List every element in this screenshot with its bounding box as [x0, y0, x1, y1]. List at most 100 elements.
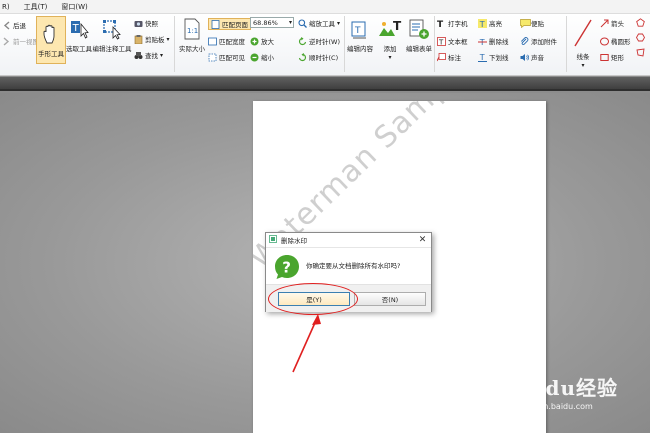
fit-page-icon [211, 19, 220, 29]
svg-text:T: T [438, 38, 444, 46]
add-button[interactable]: T 添加 ▾ [376, 18, 404, 61]
select-tool-button[interactable]: T 选取工具 [66, 18, 92, 53]
svg-text:T: T [393, 19, 402, 33]
paperclip-icon [520, 36, 529, 46]
textbox-icon: T [437, 36, 446, 46]
actual-size-icon: 1:1 [183, 18, 201, 42]
chevron-down-icon: ▾ [337, 19, 341, 27]
typewriter-button[interactable]: T 打字机 [437, 18, 468, 30]
rotate-clockwise-button[interactable]: 顺时针(C) [298, 52, 338, 62]
zoom-level-input[interactable]: 68.86% ▾ [250, 17, 294, 28]
zoom-in-icon [250, 37, 259, 46]
find-button[interactable]: 查找 ▾ [134, 50, 163, 60]
svg-text:T: T [479, 20, 485, 28]
svg-text:1:1: 1:1 [187, 27, 198, 35]
arrow-tool-button[interactable]: 箭头 [600, 18, 624, 28]
baidu-logo: Baidu经验 jingyan.baidu.com [505, 370, 645, 420]
svg-text:?: ? [282, 259, 291, 277]
dialog-title: 删除水印 [281, 237, 307, 245]
callout-icon [436, 52, 446, 62]
app-icon [269, 235, 277, 245]
back-button[interactable]: 后退 [2, 20, 26, 30]
rotate-counterclockwise-button[interactable]: 逆时针(W) [298, 36, 340, 46]
binoculars-icon [134, 51, 143, 60]
strikeout-button[interactable]: T 删除线 [478, 36, 509, 47]
underline-button[interactable]: T 下划线 [478, 52, 509, 62]
forward-view-button[interactable]: 前一视图 [2, 36, 39, 46]
close-icon[interactable]: ✕ [417, 235, 428, 246]
callout-button[interactable]: 标注 [436, 52, 461, 62]
sticky-note-button[interactable]: 便贴 [520, 18, 544, 28]
svg-text:T: T [72, 23, 80, 34]
edit-annotation-tool-button[interactable]: 编辑注释工具 [92, 18, 132, 53]
polygon-icon[interactable] [636, 48, 645, 57]
actual-size-button[interactable]: 1:1 实际大小 [177, 18, 207, 53]
clipboard-button[interactable]: 剪贴板 ▾ [134, 34, 170, 44]
edit-content-button[interactable]: T 编辑内容 [346, 18, 374, 53]
speaker-icon [520, 53, 530, 62]
highlight-icon: T [478, 18, 487, 29]
zoom-out-icon [250, 53, 259, 62]
ellipse-tool-button[interactable]: 椭圆形 [600, 36, 631, 46]
arrow-icon [600, 19, 609, 28]
sound-button[interactable]: 声音 [520, 52, 544, 62]
tab-strip [0, 77, 650, 91]
edit-form-icon [408, 18, 430, 42]
more-shapes-column [635, 18, 646, 57]
rectangle-icon [600, 53, 609, 62]
question-icon: ? [274, 254, 300, 280]
svg-text:T: T [354, 26, 361, 36]
camera-icon [134, 19, 143, 28]
menu-item-window[interactable]: 窗口(W) [61, 2, 87, 12]
hand-icon [42, 23, 60, 47]
menu-bar: R) 工具(T) 窗口(W) [0, 0, 650, 14]
annotation-select-icon [101, 18, 123, 42]
magnifier-icon [298, 18, 307, 28]
fit-width-button[interactable]: 匹配宽度 [208, 36, 245, 46]
typewriter-icon: T [437, 19, 446, 30]
sticky-note-icon [520, 18, 531, 28]
zoom-tools-button[interactable]: 缩放工具 ▾ [298, 18, 340, 28]
hexagon-icon[interactable] [635, 33, 646, 42]
fit-visible-icon [208, 53, 217, 62]
dialog-message: 你确定要从文档删除所有水印吗? [306, 262, 401, 270]
chevron-down-icon: ▾ [288, 19, 292, 26]
fit-page-button[interactable]: 匹配页面 [208, 18, 251, 30]
chevron-down-icon: ▾ [581, 62, 585, 69]
zoom-out-button[interactable]: 缩小 [250, 52, 274, 62]
menu-item-r[interactable]: R) [2, 3, 10, 11]
baidu-url: jingyan.baidu.com [519, 402, 593, 411]
fit-visible-button[interactable]: 匹配可见 [208, 52, 245, 62]
dialog-titlebar: 删除水印 [266, 233, 431, 248]
baidu-brand: Baidu经验 [505, 376, 618, 400]
svg-text:T: T [437, 20, 444, 28]
menu-item-tools[interactable]: 工具(T) [24, 2, 48, 12]
chevron-down-icon: ▾ [388, 54, 392, 61]
add-content-icon: T [378, 18, 402, 42]
add-attachment-button[interactable]: 添加附件 [520, 36, 557, 46]
back-icon [2, 20, 11, 30]
clipboard-icon [134, 34, 143, 44]
chevron-down-icon: ▾ [160, 51, 164, 59]
chevron-down-icon: ▾ [166, 35, 170, 43]
hand-tool-button[interactable]: 手形工具 [36, 16, 66, 64]
edit-content-icon: T [350, 18, 370, 42]
highlight-ring [268, 283, 358, 315]
dialog-body: ? 你确定要从文档删除所有水印吗? [266, 248, 431, 284]
snapshot-button[interactable]: 快照 [134, 18, 158, 28]
textbox-button[interactable]: T 文本框 [437, 36, 468, 46]
no-button[interactable]: 否(N) [354, 292, 426, 306]
forward-icon [2, 36, 11, 46]
svg-text:T: T [479, 53, 485, 62]
highlight-button[interactable]: T 高亮 [478, 18, 502, 29]
line-icon [573, 18, 593, 50]
rectangle-tool-button[interactable]: 矩形 [600, 52, 624, 62]
underline-icon: T [478, 53, 487, 62]
zoom-in-button[interactable]: 放大 [250, 36, 274, 46]
ellipse-icon [600, 37, 609, 46]
line-tool-button[interactable]: 线条 ▾ [570, 18, 596, 69]
ribbon-toolbar: 后退 前一视图 手形工具 T 选取工具 编辑注释工具 快照 剪贴板 ▾ 查找 ▾… [0, 14, 650, 76]
pentagon-icon[interactable] [636, 18, 645, 27]
edit-form-button[interactable]: 编辑表单 [404, 18, 434, 53]
rotate-cw-icon [298, 52, 307, 62]
